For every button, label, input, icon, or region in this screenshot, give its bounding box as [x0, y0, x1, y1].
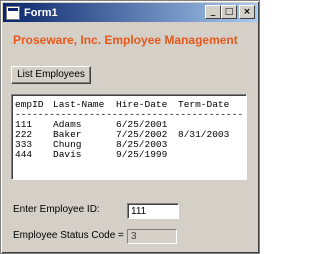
cell-term-date [178, 150, 238, 160]
close-button[interactable]: × [239, 5, 255, 19]
employee-listbox[interactable]: empID Last-Name Hire-Date Term-Date ----… [11, 94, 247, 180]
column-header: Term-Date [178, 99, 230, 110]
app-icon[interactable] [6, 5, 20, 20]
column-header: Last-Name [53, 99, 105, 110]
cell-term-date: 8/31/2003 [178, 129, 230, 140]
list-item[interactable]: 444 Davis 9/25/1999 [15, 150, 243, 160]
window-controls: _ □ × [205, 5, 255, 19]
employee-id-label: Enter Employee ID: [13, 204, 100, 215]
minimize-button[interactable]: _ [205, 5, 221, 19]
maximize-button[interactable]: □ [221, 5, 237, 19]
form-window: Form1 _ □ × Proseware, Inc. Employee Man… [0, 0, 260, 254]
column-header: Hire-Date [116, 99, 168, 110]
window-title: Form1 [24, 6, 58, 19]
list-header-row: empID Last-Name Hire-Date Term-Date [15, 100, 243, 110]
list-employees-button[interactable]: List Employees [11, 66, 91, 84]
cell-term-date [178, 140, 238, 150]
cell-last-name: Davis [53, 149, 82, 160]
title-bar[interactable]: Form1 _ □ × [3, 3, 257, 22]
column-header: empID [15, 99, 44, 110]
cell-hire-date: 9/25/1999 [116, 149, 168, 160]
cell-emp-id: 444 [15, 149, 33, 160]
employee-id-input[interactable]: 111 [127, 203, 179, 219]
page-title: Proseware, Inc. Employee Management [13, 33, 238, 47]
status-code-field: 3 [127, 229, 177, 244]
status-code-label: Employee Status Code = [13, 230, 124, 241]
